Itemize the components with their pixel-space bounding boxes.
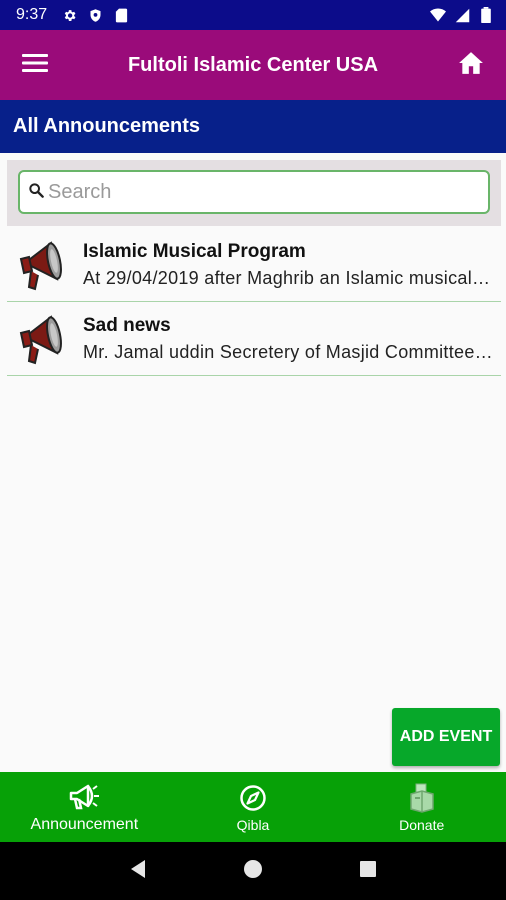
recents-square-icon	[359, 860, 377, 883]
nav-item-announcement[interactable]: Announcement	[0, 772, 169, 842]
search-input[interactable]	[48, 180, 468, 204]
bottom-nav: Announcement Qibla Donate	[0, 772, 506, 842]
wifi-icon	[430, 7, 446, 23]
nav-label: Announcement	[30, 815, 139, 833]
nav-item-donate[interactable]: Donate	[337, 772, 506, 842]
home-system-button[interactable]	[233, 851, 273, 891]
compass-icon	[239, 782, 267, 814]
home-button[interactable]	[436, 30, 506, 100]
section-header: All Announcements	[0, 100, 506, 153]
announcement-title: Islamic Musical Program	[83, 240, 306, 262]
announcement-title: Sad news	[83, 314, 171, 336]
menu-button[interactable]	[0, 30, 70, 100]
sd-card-icon	[113, 7, 129, 23]
search-container	[7, 160, 501, 226]
system-nav-bar	[0, 842, 506, 900]
announcement-description: Mr. Jamal uddin Secretery of Masjid Comm…	[83, 341, 495, 362]
announcement-description: At 29/04/2019 after Maghrib an Islamic m…	[83, 267, 495, 288]
section-title: All Announcements	[13, 115, 201, 137]
nav-label: Qibla	[236, 816, 270, 833]
list-item[interactable]: Sad news Mr. Jamal uddin Secretery of Ma…	[7, 302, 501, 376]
megaphone-icon	[68, 781, 100, 813]
announcement-list: Islamic Musical Program At 29/04/2019 af…	[7, 228, 501, 376]
home-icon	[458, 51, 484, 80]
megaphone-icon	[7, 302, 73, 376]
back-triangle-icon	[129, 859, 147, 884]
search-box[interactable]	[18, 170, 490, 214]
gear-icon	[61, 7, 77, 23]
back-button[interactable]	[118, 851, 158, 891]
nav-label: Donate	[399, 816, 445, 833]
nav-item-qibla[interactable]: Qibla	[169, 772, 338, 842]
search-icon	[28, 182, 44, 203]
battery-icon	[478, 7, 494, 23]
donation-box-icon	[408, 782, 436, 814]
signal-icon	[454, 7, 470, 23]
list-item[interactable]: Islamic Musical Program At 29/04/2019 af…	[7, 228, 501, 302]
app-bar: Fultoli Islamic Center USA	[0, 30, 506, 100]
hamburger-icon	[22, 53, 48, 78]
megaphone-icon	[7, 228, 73, 302]
status-time: 9:37	[16, 6, 48, 23]
add-event-button[interactable]: ADD EVENT	[392, 708, 500, 766]
status-bar: 9:37	[0, 0, 506, 30]
home-circle-icon	[243, 859, 263, 884]
shield-icon	[87, 7, 103, 23]
recents-button[interactable]	[348, 851, 388, 891]
app-title: Fultoli Islamic Center USA	[127, 53, 379, 76]
